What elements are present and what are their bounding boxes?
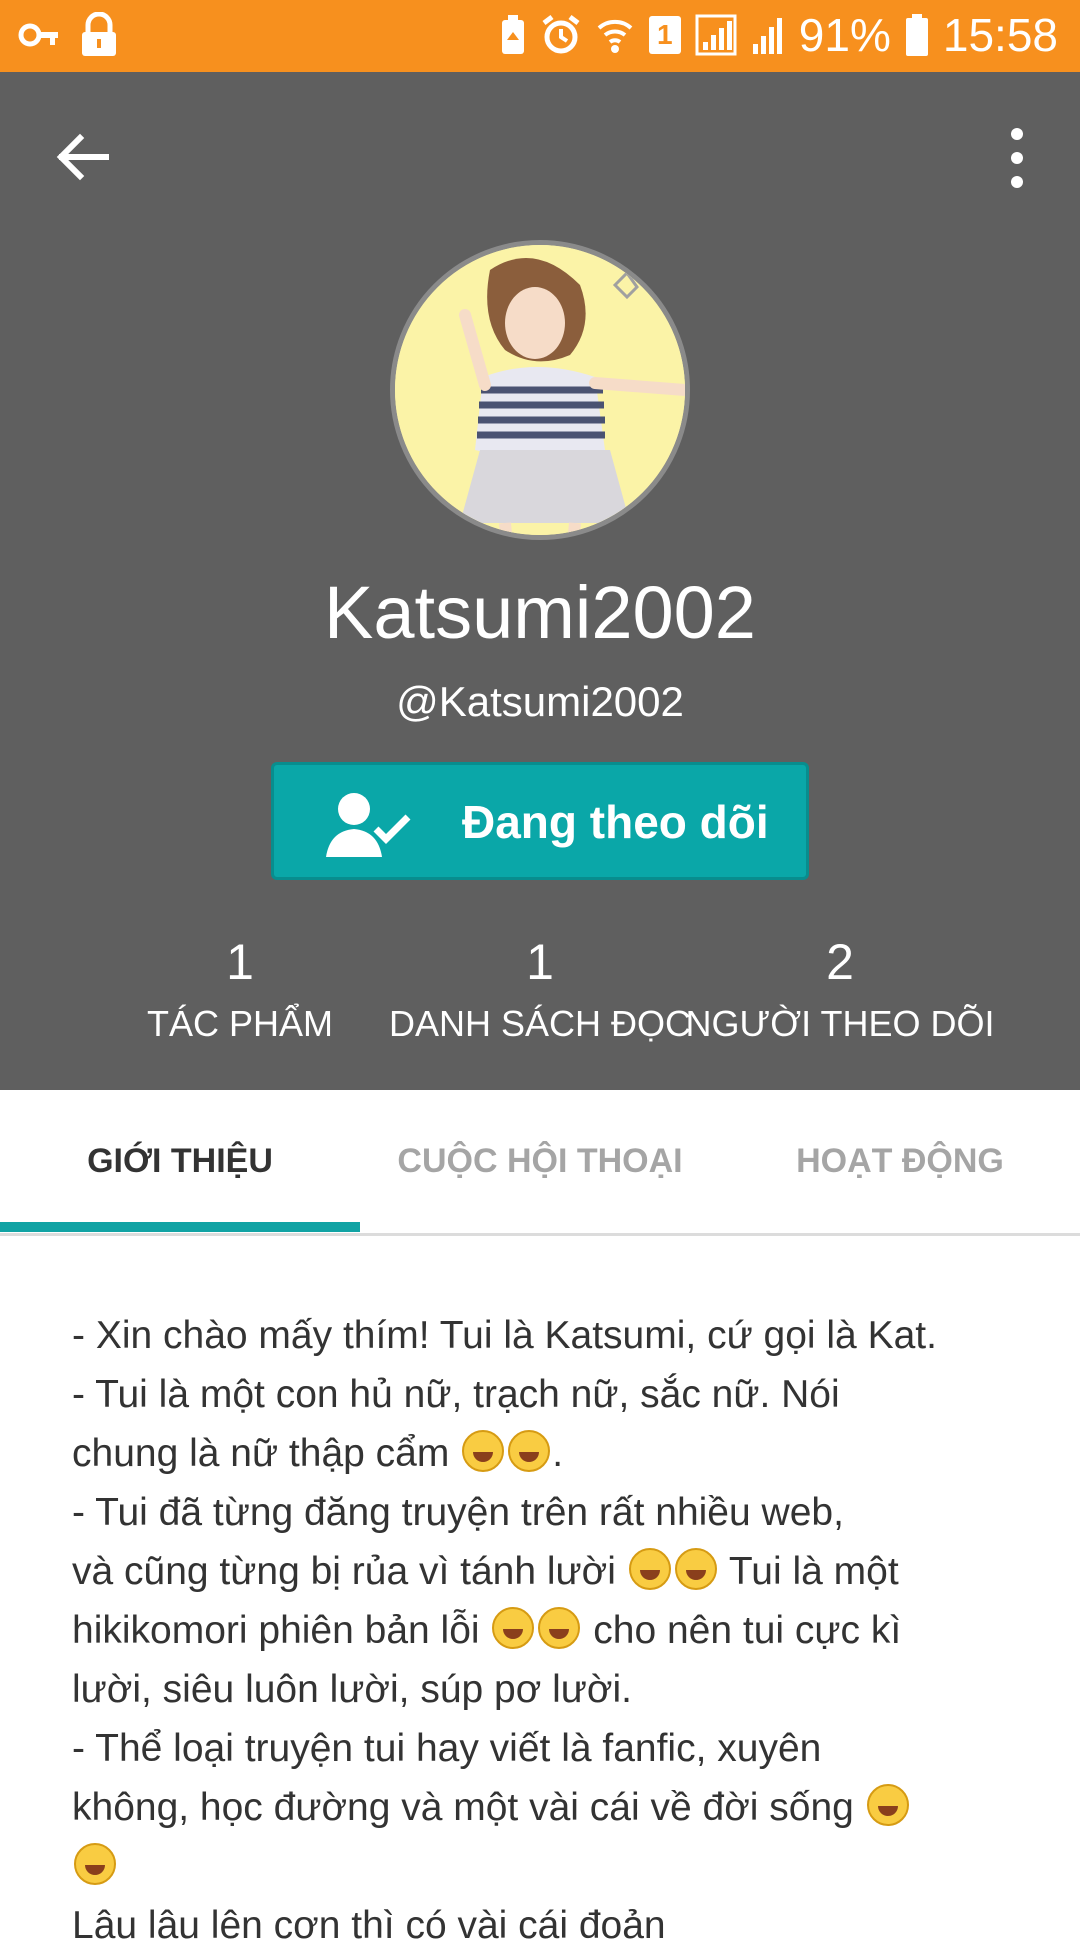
profile-stats: 1 TÁC PHẨM 1 DANH SÁCH ĐỌC 2 NGƯỜI THEO … xyxy=(0,932,1080,1062)
about-line: - Xin chào mấy thím! Tui là Katsumi, cứ … xyxy=(72,1314,937,1357)
laughing-emoji-icon xyxy=(538,1607,581,1649)
grinning-emoji-icon xyxy=(74,1843,116,1885)
about-line: hikikomori phiên bản lỗi cho nên tui cực… xyxy=(72,1607,902,1652)
avatar[interactable] xyxy=(390,240,690,540)
stat-label: TÁC PHẨM xyxy=(146,1003,333,1044)
stat-followers[interactable]: 2 NGƯỜI THEO DÕI xyxy=(680,932,1000,1046)
key-icon xyxy=(18,23,58,47)
laughing-emoji-icon xyxy=(508,1430,551,1472)
signal-icon xyxy=(695,14,737,56)
grinning-emoji-icon xyxy=(866,1784,909,1826)
battery-percent: 91% xyxy=(798,9,891,61)
wifi-icon xyxy=(597,19,633,53)
stat-works[interactable]: 1 TÁC PHẨM xyxy=(80,932,400,1046)
about-line: và cũng từng bị rủa vì tánh lười Tui là … xyxy=(72,1548,899,1593)
battery-icon xyxy=(905,14,928,56)
stat-value: 2 xyxy=(826,934,854,990)
laughing-emoji-icon xyxy=(492,1607,535,1649)
about-line: không, học đường và một vài cái về đời s… xyxy=(72,1778,1032,1837)
about-line: chung là nữ thập cẩm . xyxy=(72,1430,564,1475)
profile-header: Katsumi2002 @Katsumi2002 Đang theo dõi 1… xyxy=(0,72,1080,1090)
about-line: - Tui là một con hủ nữ, trạch nữ, sắc nữ… xyxy=(72,1373,840,1416)
about-line: - Thể loại truyện tui hay viết là fanfic… xyxy=(72,1727,822,1770)
tab-conversations[interactable]: CUỘC HỘI THOẠI xyxy=(360,1142,720,1181)
profile-tabs: GIỚI THIỆU CUỘC HỘI THOẠI HOẠT ĐỘNG xyxy=(0,1090,1080,1236)
signal-icon-2 xyxy=(752,18,782,54)
laughing-emoji-icon xyxy=(674,1548,717,1590)
stat-value: 1 xyxy=(226,934,254,990)
alarm-icon xyxy=(542,15,580,54)
lock-icon xyxy=(82,12,116,56)
profile-handle: @Katsumi2002 xyxy=(396,678,684,725)
profile-name: Katsumi2002 xyxy=(324,571,756,654)
stat-reading-lists[interactable]: 1 DANH SÁCH ĐỌC xyxy=(380,932,700,1046)
user-check-icon xyxy=(326,793,411,857)
following-button[interactable]: Đang theo dõi xyxy=(271,762,809,880)
laughing-emoji-icon xyxy=(462,1430,505,1472)
about-line: Lâu lâu lên cơn thì có vài cái đoản xyxy=(72,1904,666,1947)
arrow-left-icon[interactable] xyxy=(48,122,118,192)
tab-indicator xyxy=(0,1222,360,1232)
more-vertical-icon[interactable] xyxy=(1002,128,1032,188)
battery-saver-icon xyxy=(501,15,524,54)
clock: 15:58 xyxy=(942,9,1058,61)
stat-label: NGƯỜI THEO DÕI xyxy=(685,1003,995,1044)
about-line: - Tui đã từng đăng truyện trên rất nhiều… xyxy=(72,1491,844,1534)
stat-value: 1 xyxy=(526,934,554,990)
tab-about[interactable]: GIỚI THIỆU xyxy=(0,1142,360,1181)
tab-activity[interactable]: HOẠT ĐỘNG xyxy=(720,1142,1080,1181)
laughing-emoji-icon xyxy=(628,1548,671,1590)
about-line: lười, siêu luôn lười, súp pơ lười. xyxy=(72,1668,632,1711)
about-text: - Xin chào mấy thím! Tui là Katsumi, cứ … xyxy=(72,1306,1032,1955)
about-line xyxy=(72,1837,1032,1896)
status-bar: 1 91% 15:58 xyxy=(0,0,1080,72)
stat-label: DANH SÁCH ĐỌC xyxy=(388,1003,692,1044)
following-button-label: Đang theo dõi xyxy=(462,796,769,848)
sim-icon: 1 xyxy=(648,16,681,54)
